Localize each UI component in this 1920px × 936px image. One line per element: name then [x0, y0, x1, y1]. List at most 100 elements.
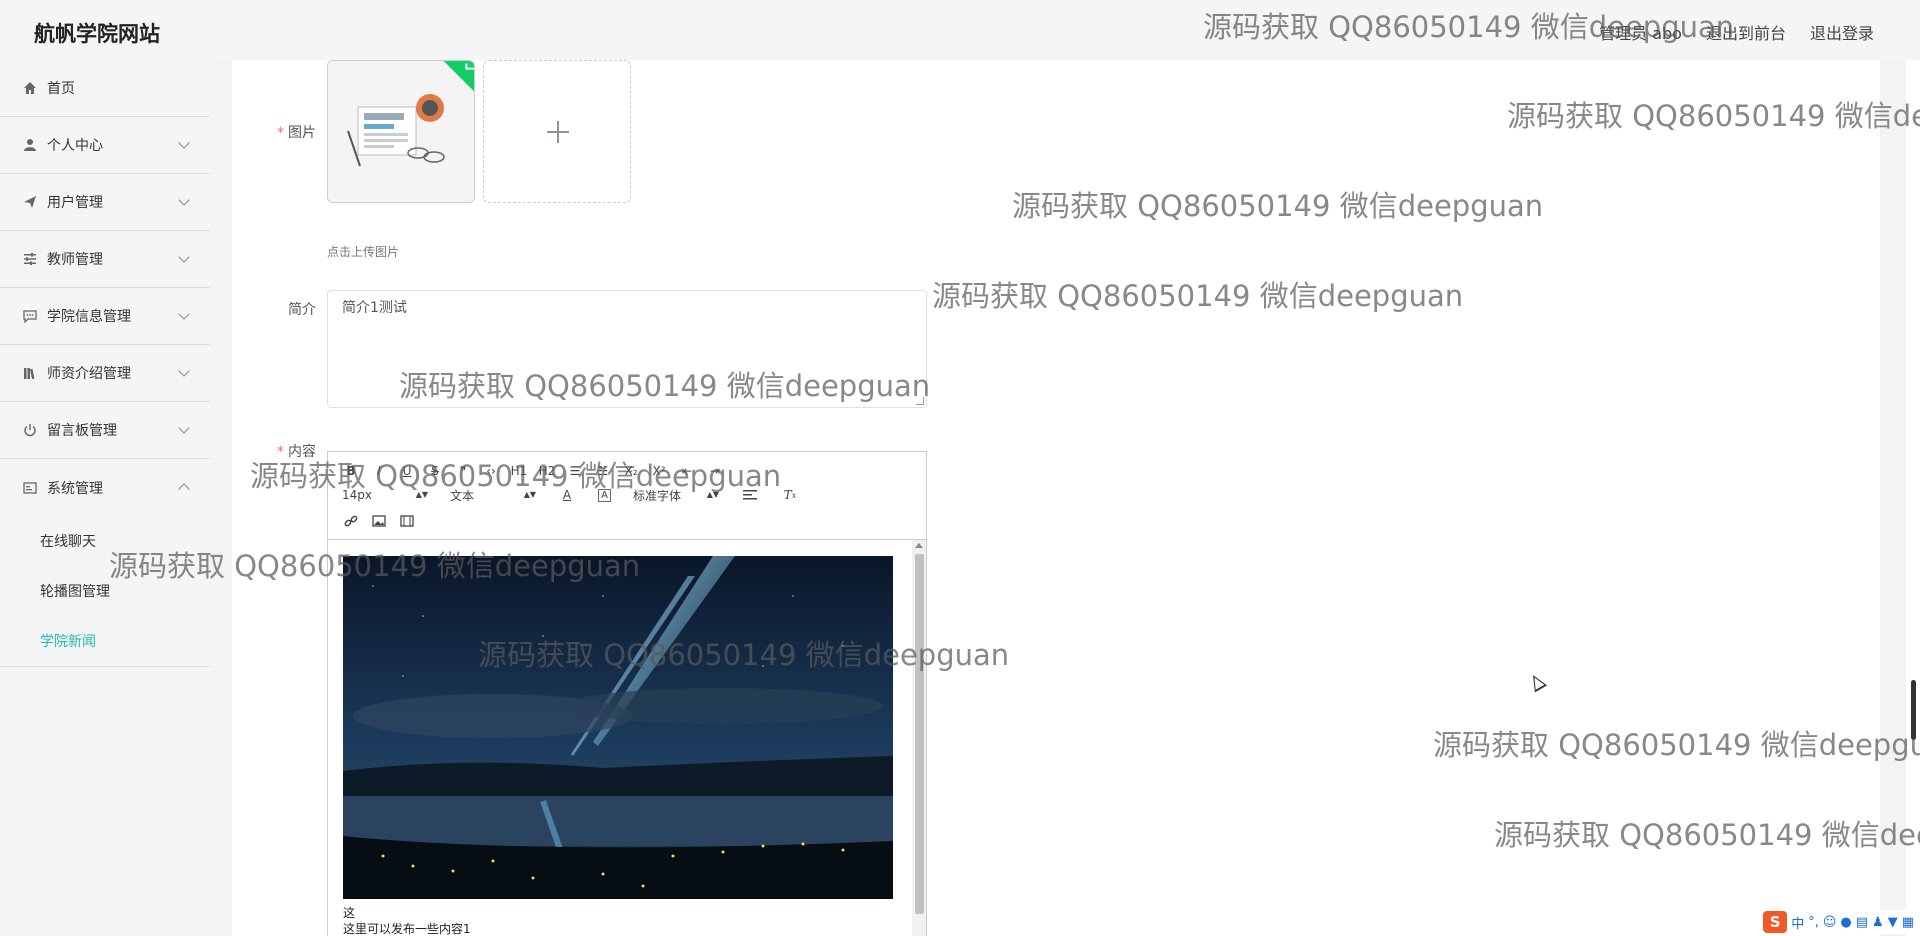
- user-icon: [22, 137, 38, 153]
- power-icon: [22, 422, 38, 438]
- chevron-down-icon: [178, 422, 190, 434]
- heading2-button[interactable]: H2: [538, 462, 556, 480]
- ime-tray[interactable]: S 中 °, ☺ ● ▤ ♟ ▼ ▦: [1759, 910, 1918, 934]
- chat-icon: [22, 308, 38, 324]
- sidebar-item-faculty-intro[interactable]: 师资介绍管理: [0, 345, 210, 402]
- heading1-button[interactable]: H1: [510, 462, 528, 480]
- sidebar-item-label: 留言板管理: [47, 423, 117, 439]
- news-thumbnail-image: [328, 61, 474, 202]
- content-line: 这里可以发布一些内容1: [343, 922, 471, 936]
- clear-format-icon[interactable]: Tx: [781, 486, 799, 504]
- sidebar-item-user-management[interactable]: 用户管理: [0, 174, 210, 231]
- system-submenu: 在线聊天 轮播图管理 学院新闻: [0, 516, 210, 667]
- add-image-button[interactable]: [483, 60, 631, 203]
- site-title: 航帆学院网站: [34, 22, 160, 46]
- chevron-up-icon: [178, 483, 190, 495]
- font-size-select[interactable]: 14px ▲▼: [342, 488, 428, 502]
- chevron-down-icon: [178, 365, 190, 377]
- chevron-down-icon: [178, 251, 190, 263]
- home-icon: [22, 80, 38, 96]
- intro-value: 简介1测试: [342, 300, 407, 316]
- toolbar-row-insert: [342, 512, 416, 530]
- ordered-list-button[interactable]: ☰: [566, 462, 584, 480]
- sidebar-item-label: 个人中心: [47, 138, 103, 154]
- tablet-icon: [22, 480, 38, 496]
- sidebar-item-label: 学院信息管理: [47, 309, 131, 325]
- scroll-up-icon[interactable]: [915, 543, 923, 548]
- font-family-select[interactable]: 标准字体 ▲▼: [633, 487, 719, 504]
- font-color-icon[interactable]: A: [558, 486, 576, 504]
- strike-button[interactable]: S: [426, 462, 444, 480]
- sliders-icon: [22, 251, 38, 267]
- page-scroll-thumb[interactable]: [1911, 680, 1916, 740]
- sidebar-item-home[interactable]: 首页: [0, 60, 210, 117]
- required-mark: *: [277, 125, 284, 141]
- ime-lang-indicator[interactable]: 中: [1791, 913, 1804, 932]
- sidebar-item-message-board[interactable]: 留言板管理: [0, 402, 210, 459]
- toolbar-row-format: B I U S ❞ ‹› H1 H2 ☰ ☷ X₂ X² ⇤ ⇥: [342, 462, 724, 480]
- superscript-button[interactable]: X²: [650, 462, 668, 480]
- rich-text-editor[interactable]: B I U S ❞ ‹› H1 H2 ☰ ☷ X₂ X² ⇤ ⇥ 14px▲▼: [327, 451, 927, 936]
- intro-textarea[interactable]: 简介1测试: [327, 290, 927, 408]
- uploaded-image-thumb[interactable]: [327, 60, 475, 203]
- scroll-thumb[interactable]: [915, 554, 924, 914]
- sidebar-subitem-college-news[interactable]: 学院新闻: [0, 616, 210, 666]
- sidebar-item-label: 师资介绍管理: [47, 366, 131, 382]
- page-scrollbar[interactable]: [1906, 60, 1920, 936]
- select-arrows-icon: ▲▼: [523, 490, 536, 499]
- bold-button[interactable]: B: [342, 462, 360, 480]
- back-to-frontend-link[interactable]: 退出到前台: [1706, 20, 1786, 44]
- indent-button[interactable]: ⇥: [706, 462, 724, 480]
- ime-keyboard-icon[interactable]: ▤: [1856, 915, 1868, 930]
- sidebar-item-college-info[interactable]: 学院信息管理: [0, 288, 210, 345]
- italic-button[interactable]: I: [370, 462, 388, 480]
- outdent-button[interactable]: ⇤: [678, 462, 696, 480]
- background-color-icon[interactable]: A: [598, 488, 611, 502]
- ime-skin-icon[interactable]: ▼: [1888, 915, 1898, 930]
- sidebar-item-system-management[interactable]: 系统管理: [0, 459, 210, 516]
- select-arrows-icon: ▲▼: [415, 490, 428, 499]
- image-label: * 图片: [277, 125, 316, 141]
- ime-mic-icon[interactable]: ●: [1840, 915, 1851, 930]
- admin-user-link[interactable]: 管理员 abo: [1599, 20, 1682, 44]
- sidebar-item-label: 用户管理: [47, 195, 103, 211]
- sidebar-subitem-carousel[interactable]: 轮播图管理: [0, 566, 210, 616]
- link-icon[interactable]: [342, 512, 360, 530]
- editor-content-area[interactable]: 这 这里可以发布一些内容1: [328, 540, 910, 936]
- ime-logo-icon: S: [1763, 911, 1788, 933]
- blockquote-button[interactable]: ❞: [454, 462, 472, 480]
- header-select[interactable]: 文本 ▲▼: [450, 487, 536, 504]
- code-block-button[interactable]: ‹›: [482, 462, 500, 480]
- ime-emoji-icon[interactable]: ☺: [1823, 915, 1837, 930]
- editor-toolbar: B I U S ❞ ‹› H1 H2 ☰ ☷ X₂ X² ⇤ ⇥ 14px▲▼: [328, 452, 926, 540]
- align-left-icon[interactable]: [741, 486, 759, 504]
- ime-user-icon[interactable]: ♟: [1872, 915, 1884, 930]
- chevron-down-icon: [178, 137, 190, 149]
- resize-handle-icon[interactable]: [916, 397, 924, 405]
- sidebar-item-personal-center[interactable]: 个人中心: [0, 117, 210, 174]
- sidebar-item-label: 系统管理: [47, 480, 103, 497]
- chevron-down-icon: [178, 308, 190, 320]
- image-icon[interactable]: [370, 512, 388, 530]
- top-header: 航帆学院网站 管理员 abo 退出到前台 退出登录: [0, 0, 1920, 60]
- send-icon: [22, 194, 38, 210]
- editor-scrollbar[interactable]: [912, 540, 926, 936]
- bullet-list-button[interactable]: ☷: [594, 462, 612, 480]
- underline-button[interactable]: U: [398, 462, 416, 480]
- video-icon[interactable]: [398, 512, 416, 530]
- logout-link[interactable]: 退出登录: [1810, 20, 1874, 44]
- sidebar-item-teacher-management[interactable]: 教师管理: [0, 231, 210, 288]
- top-links: 管理员 abo 退出到前台 退出登录: [1599, 20, 1874, 44]
- select-arrows-icon: ▲▼: [706, 490, 719, 499]
- ime-punct-icon[interactable]: °,: [1808, 915, 1819, 930]
- chevron-down-icon: [178, 194, 190, 206]
- required-mark: *: [277, 444, 284, 460]
- ime-grid-icon[interactable]: ▦: [1902, 915, 1914, 930]
- main-form: * 图片 点击上传图片 简介 简介1测试 * 内容 B I U S ❞ ‹› H…: [232, 60, 1880, 936]
- library-icon: [22, 365, 38, 381]
- subscript-button[interactable]: X₂: [622, 462, 640, 480]
- upload-tip: 点击上传图片: [327, 245, 400, 259]
- sidebar-subitem-online-chat[interactable]: 在线聊天: [0, 516, 210, 566]
- intro-label: 简介: [288, 302, 316, 318]
- toolbar-row-select: 14px ▲▼ 文本 ▲▼ A A 标准字体 ▲▼ Tx: [342, 486, 799, 504]
